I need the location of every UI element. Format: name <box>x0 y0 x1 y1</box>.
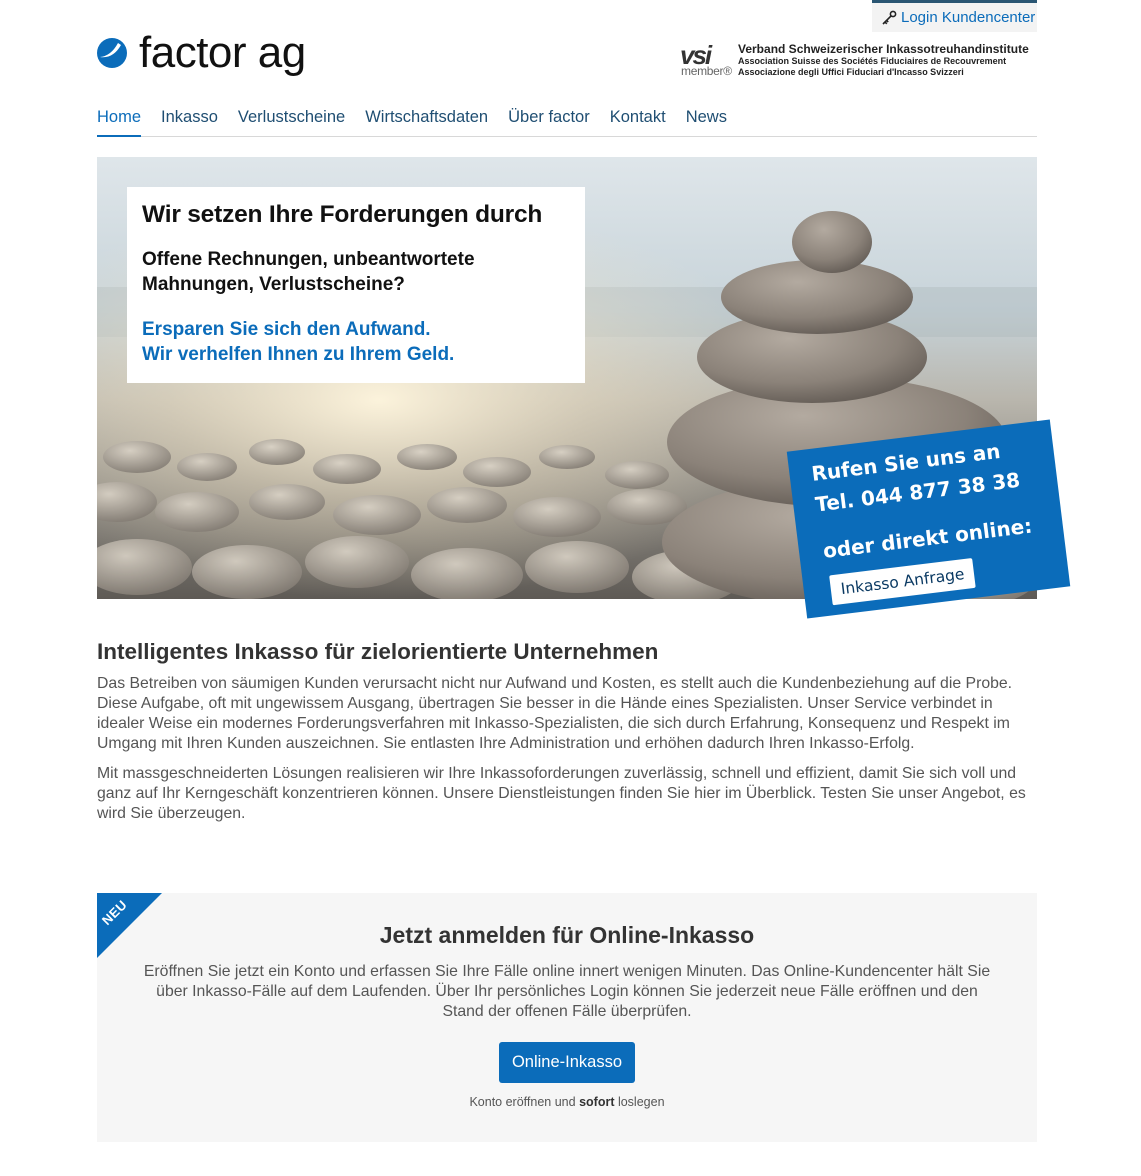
factor-logo-mark-icon <box>97 38 127 68</box>
vsi-member-badge: vsi member® Verband Schweizerischer Inka… <box>680 42 1029 80</box>
online-inkasso-button[interactable]: Online-Inkasso <box>499 1042 635 1083</box>
hero-text-box: Wir setzen Ihre Forderungen durch Offene… <box>127 187 585 383</box>
register-heading: Jetzt anmelden für Online-Inkasso <box>379 922 755 948</box>
hero-answer-line-2: Wir verhelfen Ihnen zu Ihrem Geld. <box>142 344 455 365</box>
login-kundencenter-link[interactable]: Login Kundencenter <box>872 0 1037 32</box>
nav-item-inkasso[interactable]: Inkasso <box>161 108 218 137</box>
phone-callout: Rufen Sie uns an Tel. 044 877 38 38 oder… <box>786 419 1071 619</box>
intro-paragraph-1: Das Betreiben von säumigen Kunden verurs… <box>97 675 1013 752</box>
hero-answer: Ersparen Sie sich den Aufwand. Wir verhe… <box>142 317 570 367</box>
callout-phone-text: Rufen Sie uns an Tel. 044 877 38 38 <box>810 430 1056 521</box>
callout-line-3: oder direkt online: <box>821 513 1034 563</box>
hero-question: Offene Rechnungen, unbeantwortete Mahnun… <box>142 249 475 295</box>
intro-paragraph-2: Mit massgeschneiderten Lösungen realisie… <box>97 765 1026 822</box>
key-icon <box>882 10 897 25</box>
vsi-line-fr: Association Suisse des Sociétés Fiduciai… <box>738 56 1007 66</box>
login-label: Login Kundencenter <box>901 9 1036 26</box>
main-navigation: Home Inkasso Verlustscheine Wirtschaftsd… <box>97 108 1037 137</box>
vsi-logo: vsi member® <box>680 42 732 80</box>
vsi-line-de: Verband Schweizerischer Inkassotreuhandi… <box>738 42 1029 56</box>
nav-item-kontakt[interactable]: Kontakt <box>610 108 666 137</box>
nav-item-verlustscheine[interactable]: Verlustscheine <box>238 108 345 137</box>
nav-item-home[interactable]: Home <box>97 108 142 137</box>
intro-section: Intelligentes Inkasso für zielorientiert… <box>97 638 1042 824</box>
nav-item-news[interactable]: News <box>686 108 727 137</box>
factor-logo[interactable]: factor ag <box>97 31 306 75</box>
register-note-post: loslegen <box>614 1095 665 1109</box>
hero-title: Wir setzen Ihre Forderungen durch <box>142 201 543 228</box>
nav-item-wirtschaftsdaten[interactable]: Wirtschaftsdaten <box>365 108 488 137</box>
register-note-pre: Konto eröffnen und <box>469 1095 580 1109</box>
hero-answer-line-1: Ersparen Sie sich den Aufwand. <box>142 319 431 340</box>
inkasso-anfrage-button[interactable]: Inkasso Anfrage <box>829 557 977 606</box>
register-note-bold: sofort <box>579 1095 615 1109</box>
vsi-member-text: member® <box>681 64 732 78</box>
vsi-line-it: Associazione degli Uffici Fiduciari d'In… <box>738 67 964 77</box>
nav-item-ueber-factor[interactable]: Über factor <box>508 108 590 137</box>
register-text: Eröffnen Sie jetzt ein Konto und erfasse… <box>143 963 991 1020</box>
online-inkasso-panel: NEU Jetzt anmelden für Online-Inkasso Er… <box>97 893 1037 1142</box>
intro-heading: Intelligentes Inkasso für zielorientiert… <box>97 639 659 664</box>
logo-text: factor ag <box>139 28 306 77</box>
register-note: Konto eröffnen und sofort loslegen <box>97 1095 1037 1109</box>
